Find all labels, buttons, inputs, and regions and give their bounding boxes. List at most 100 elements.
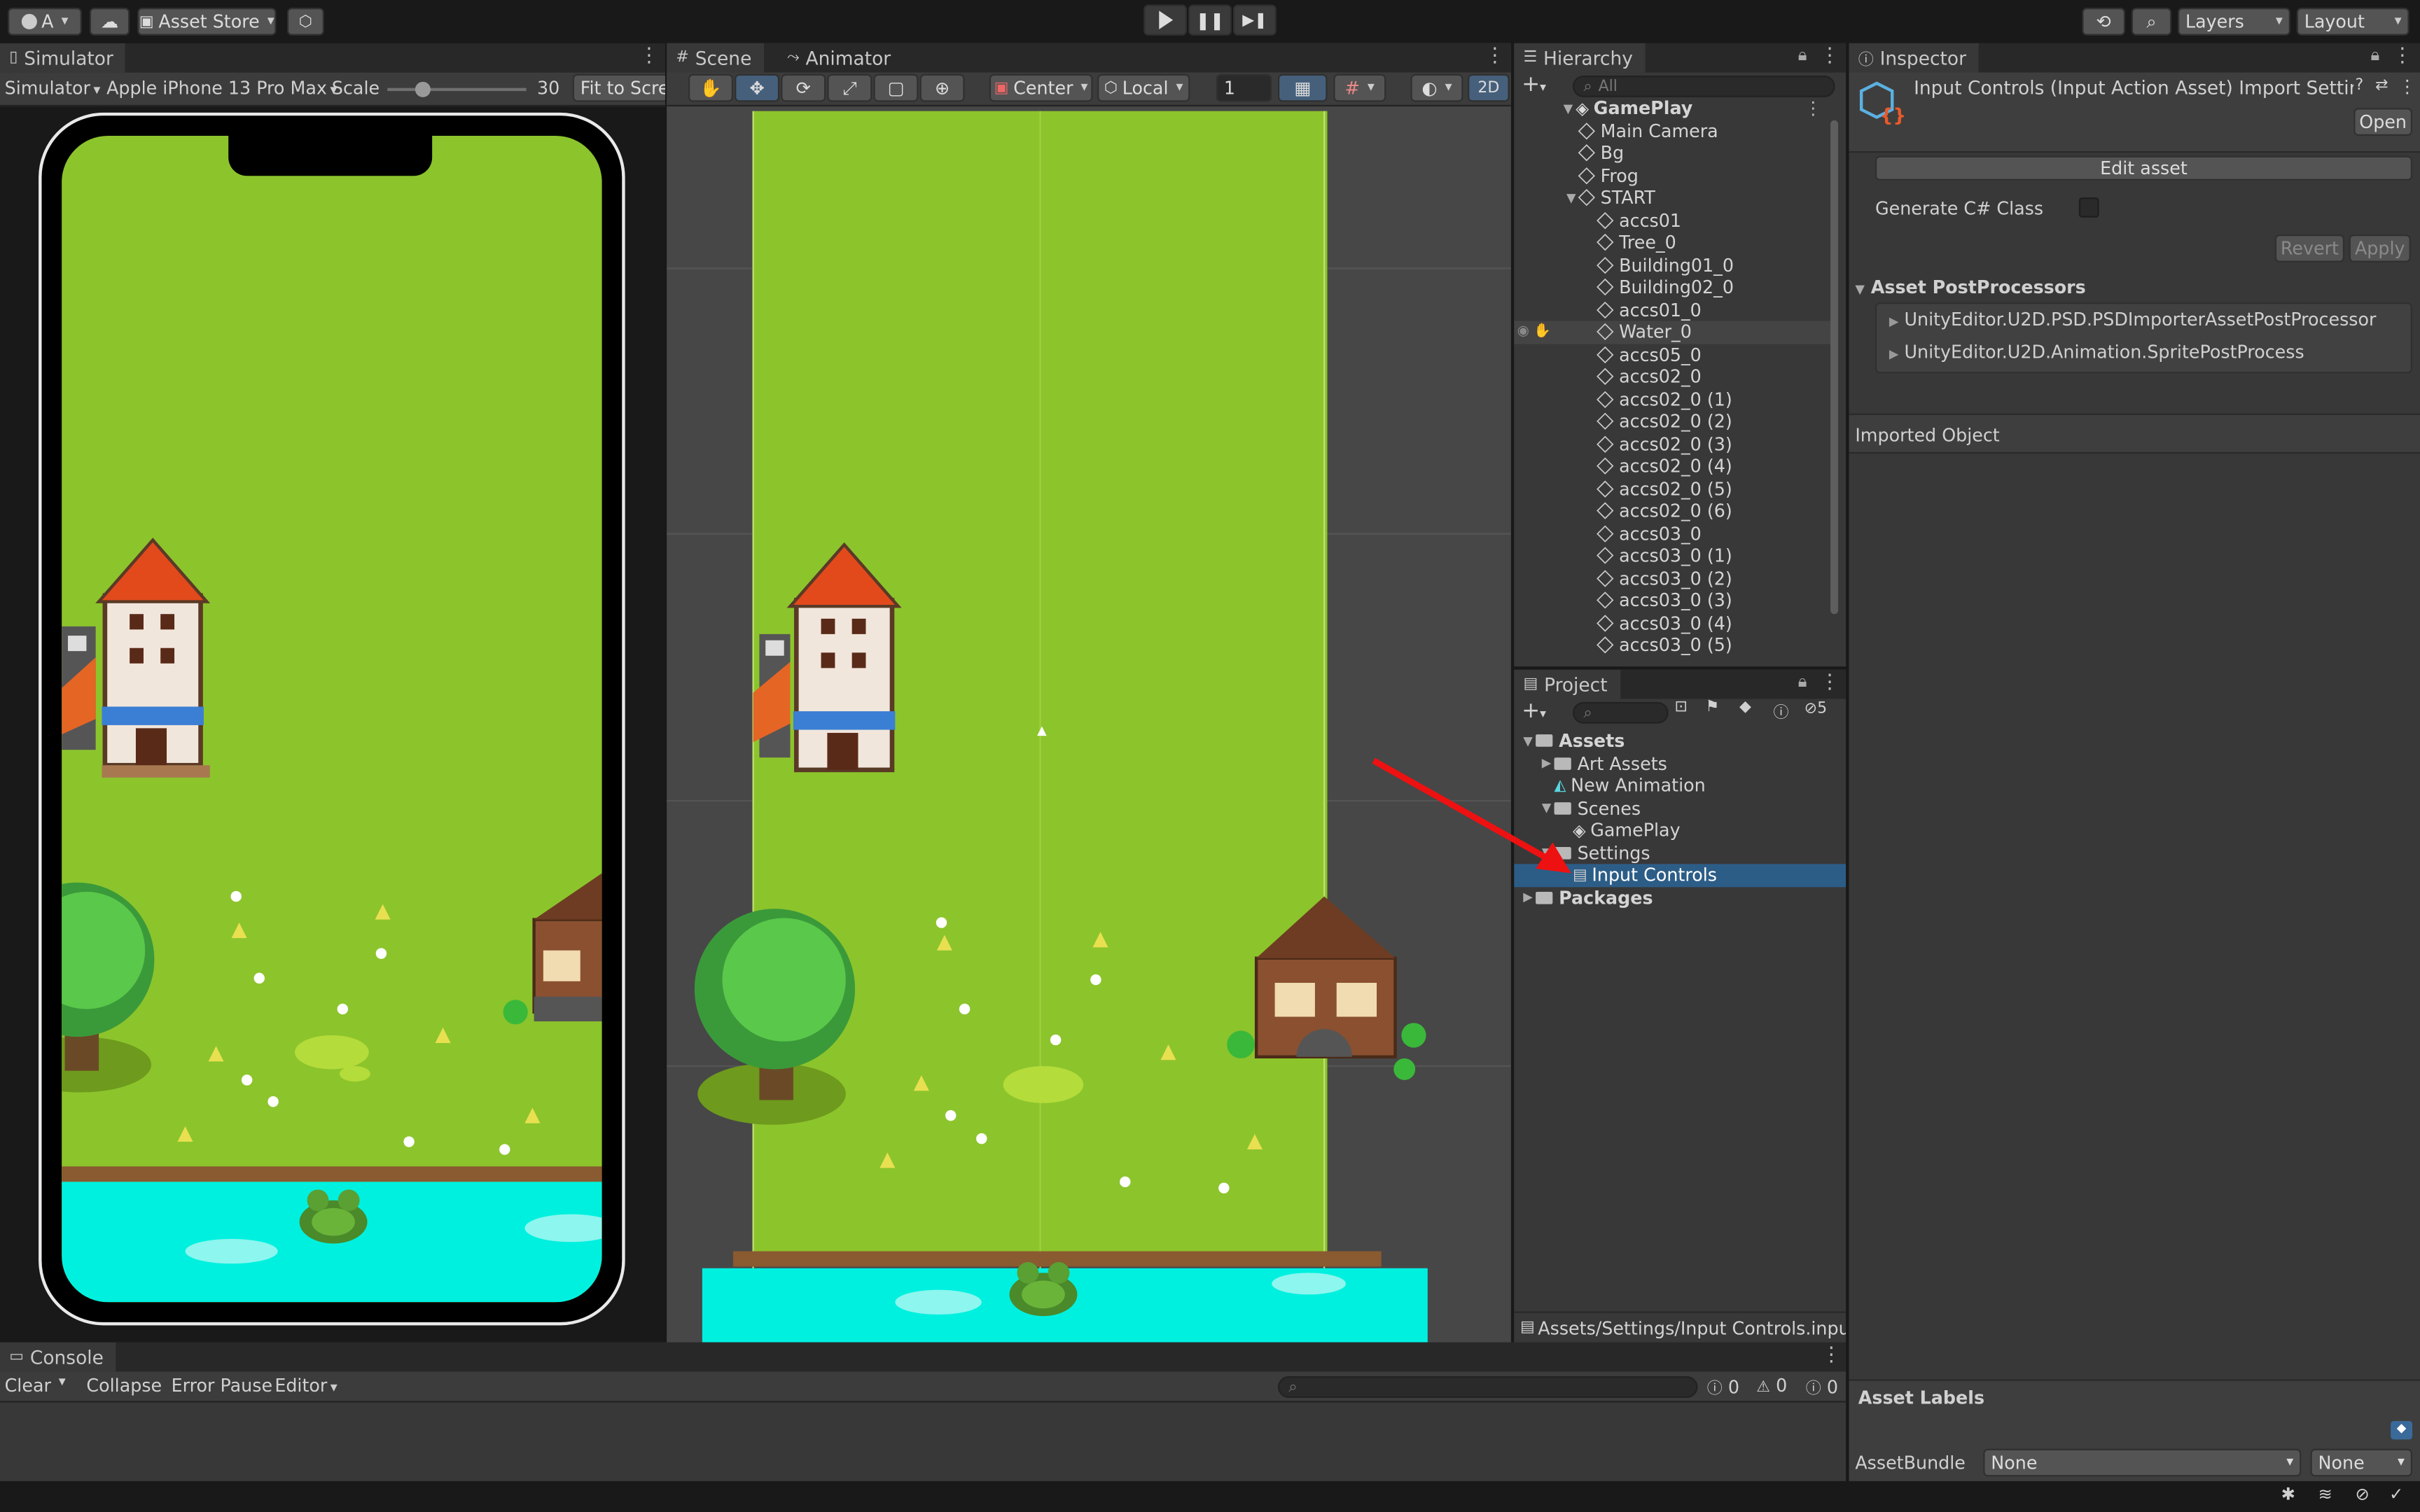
hierarchy-item[interactable]: Bg <box>1514 142 1830 164</box>
tab-animator[interactable]: ⤳ Animator <box>778 43 903 73</box>
tab-console[interactable]: ▭ Console <box>0 1342 116 1372</box>
postprocessor-item[interactable]: ▶ UnityEditor.U2D.PSD.PSDImporterAssetPo… <box>1889 309 2377 330</box>
edit-asset-button[interactable]: Edit asset <box>1875 155 2413 181</box>
tab-simulator[interactable]: ▯ Simulator <box>0 43 126 73</box>
label-tag-icon[interactable]: ◆ <box>2391 1420 2413 1440</box>
grid-visibility-dropdown[interactable]: # <box>1333 74 1386 102</box>
open-button[interactable]: Open <box>2353 108 2413 136</box>
error-pause-button[interactable]: Error Pause <box>172 1375 272 1396</box>
hierarchy-item[interactable]: ▼ START <box>1514 187 1830 209</box>
progress-check-icon[interactable]: ✓ <box>2389 1484 2403 1504</box>
undo-history-button[interactable]: ⟲ <box>2082 8 2126 36</box>
snap-value-input[interactable]: 1 <box>1216 74 1272 102</box>
search-button[interactable]: ⌕ <box>2131 8 2172 36</box>
transform-tool-button[interactable]: ⊕ <box>919 74 965 102</box>
space-dropdown[interactable]: ⬡ Local <box>1097 74 1190 102</box>
hierarchy-item[interactable]: accs02_0 (2) <box>1514 410 1830 433</box>
clear-options-dropdown[interactable]: ▾ <box>59 1375 66 1390</box>
collab-icon[interactable]: ⊘ <box>2355 1484 2369 1504</box>
expand-arrow-icon[interactable]: ▼ <box>1538 846 1554 860</box>
hierarchy-item[interactable]: accs03_0 (5) <box>1514 634 1830 657</box>
postprocessors-header[interactable]: ▼ Asset PostProcessors <box>1855 276 2085 298</box>
generate-csharp-checkbox[interactable] <box>2078 197 2099 218</box>
expand-arrow-icon[interactable]: ▼ <box>1538 801 1554 815</box>
phone-screen[interactable] <box>62 135 602 1303</box>
project-add-button[interactable]: +▾ <box>1522 699 1546 723</box>
tab-scene[interactable]: # Scene <box>667 43 764 73</box>
warning-filter-icon[interactable]: ⓘ <box>1774 699 1789 722</box>
inspector-lock-icon[interactable]: 🔒︎ <box>2370 45 2379 66</box>
device-dropdown[interactable]: Apple iPhone 13 Pro Max <box>106 77 337 99</box>
hierarchy-root[interactable]: ▼ ◈ GamePlay ⋮ <box>1514 97 1830 120</box>
hierarchy-search-input[interactable]: ⌕ All <box>1572 76 1835 97</box>
project-search-input[interactable]: ⌕ <box>1572 701 1669 724</box>
editor-target-dropdown[interactable]: Editor <box>274 1375 337 1396</box>
hierarchy-scrollbar-track[interactable] <box>1828 105 1840 657</box>
debug-bug-icon[interactable]: ✱ <box>2281 1484 2295 1504</box>
project-lock-icon[interactable]: 🔒︎ <box>1798 671 1807 693</box>
account-dropdown[interactable]: A <box>8 8 82 36</box>
tab-project[interactable]: ▤ Project <box>1514 669 1620 699</box>
asset-bundle-variant-dropdown[interactable]: None ▾ <box>2310 1448 2413 1477</box>
pause-button[interactable]: ❚❚ <box>1188 4 1232 36</box>
expand-arrow-icon[interactable]: ▼ <box>1560 102 1576 115</box>
pivot-dropdown[interactable]: ▣ Center <box>989 74 1093 102</box>
hand-tool-button[interactable]: ✋ <box>688 74 733 102</box>
project-item[interactable]: ▼ Assets <box>1514 730 1846 752</box>
step-button[interactable]: ▶❚ <box>1233 4 1277 36</box>
hierarchy-lock-icon[interactable]: 🔒︎ <box>1798 45 1807 66</box>
hierarchy-item[interactable]: accs03_0 (4) <box>1514 612 1830 634</box>
cloud-button[interactable]: ☁ <box>89 8 130 36</box>
expand-arrow-icon[interactable]: ▼ <box>1564 191 1579 205</box>
hierarchy-scrollbar-thumb[interactable] <box>1830 120 1839 615</box>
cache-server-icon[interactable]: ≋ <box>2318 1484 2332 1504</box>
project-item[interactable]: ▤ Input Controls <box>1514 864 1847 887</box>
search-by-type-icon[interactable]: ⊡ <box>1674 699 1687 715</box>
expand-arrow-icon[interactable]: ▼ <box>1520 734 1536 748</box>
hierarchy-item[interactable]: Building01_0 <box>1514 254 1830 276</box>
collapse-button[interactable]: Collapse <box>86 1375 162 1396</box>
simulator-menu-icon[interactable]: ⋮ <box>639 45 659 69</box>
move-tool-button[interactable]: ✥ <box>735 74 780 102</box>
scene-menu-icon[interactable]: ⋮ <box>1804 97 1822 119</box>
hierarchy-item[interactable]: accs03_0 (2) <box>1514 567 1830 589</box>
hidden-packages-icon[interactable]: ⊘5 <box>1804 701 1828 718</box>
hierarchy-item[interactable]: Main Camera <box>1514 120 1830 142</box>
help-icon[interactable]: ? <box>2355 77 2363 94</box>
asset-store-dropdown[interactable]: ▣ Asset Store <box>137 8 277 36</box>
hierarchy-item[interactable]: accs05_0 <box>1514 343 1830 365</box>
hierarchy-item[interactable]: Frog <box>1514 164 1830 187</box>
hierarchy-add-button[interactable]: +▾ <box>1522 73 1546 97</box>
project-item[interactable]: ▼ Scenes <box>1514 797 1846 819</box>
hierarchy-item[interactable]: accs01 <box>1514 209 1830 232</box>
log-count-toggle[interactable]: ⓘ 0 <box>1707 1375 1739 1398</box>
scene-viewport[interactable]: ▲ <box>667 106 1511 1343</box>
foldout-arrow-icon[interactable]: ▶ <box>1889 347 1899 361</box>
hierarchy-menu-icon[interactable]: ⋮ <box>1820 45 1840 69</box>
foldout-arrow-icon[interactable]: ▶ <box>1889 315 1899 329</box>
collapse-arrow-icon[interactable]: ▶ <box>1520 890 1536 904</box>
tab-hierarchy[interactable]: ☰ Hierarchy <box>1514 43 1646 73</box>
hierarchy-item[interactable]: accs01_0 <box>1514 298 1830 321</box>
grid-snap-button[interactable]: ▦ <box>1277 74 1328 102</box>
project-item[interactable]: ▼ Settings <box>1514 841 1846 864</box>
hierarchy-item[interactable]: accs02_0 (4) <box>1514 455 1830 477</box>
rect-tool-button[interactable]: ▢ <box>873 74 919 102</box>
preset-icon[interactable]: ⇄ <box>2375 77 2388 94</box>
rotate-tool-button[interactable]: ⟳ <box>781 74 826 102</box>
project-menu-icon[interactable]: ⋮ <box>1820 671 1840 696</box>
collapse-arrow-icon[interactable]: ▶ <box>1538 757 1554 771</box>
console-search-input[interactable]: ⌕ <box>1277 1376 1698 1398</box>
hierarchy-item[interactable]: accs02_0 (6) <box>1514 500 1830 522</box>
layers-dropdown[interactable]: Layers <box>2177 8 2290 36</box>
apply-button[interactable]: Apply <box>2349 234 2411 262</box>
tab-inspector[interactable]: ⓘ Inspector <box>1849 43 1979 73</box>
inspector-header-menu-icon[interactable]: ⋮ <box>2398 76 2416 97</box>
scale-slider-thumb[interactable] <box>415 81 431 97</box>
fit-to-screen-button[interactable]: Fit to Scre <box>572 74 665 102</box>
layout-dropdown[interactable]: Layout <box>2296 8 2409 36</box>
console-menu-icon[interactable]: ⋮ <box>1821 1344 1842 1368</box>
play-button[interactable] <box>1143 4 1187 36</box>
hierarchy-item[interactable]: accs03_0 <box>1514 522 1830 545</box>
hierarchy-item[interactable]: Tree_0 <box>1514 232 1830 254</box>
